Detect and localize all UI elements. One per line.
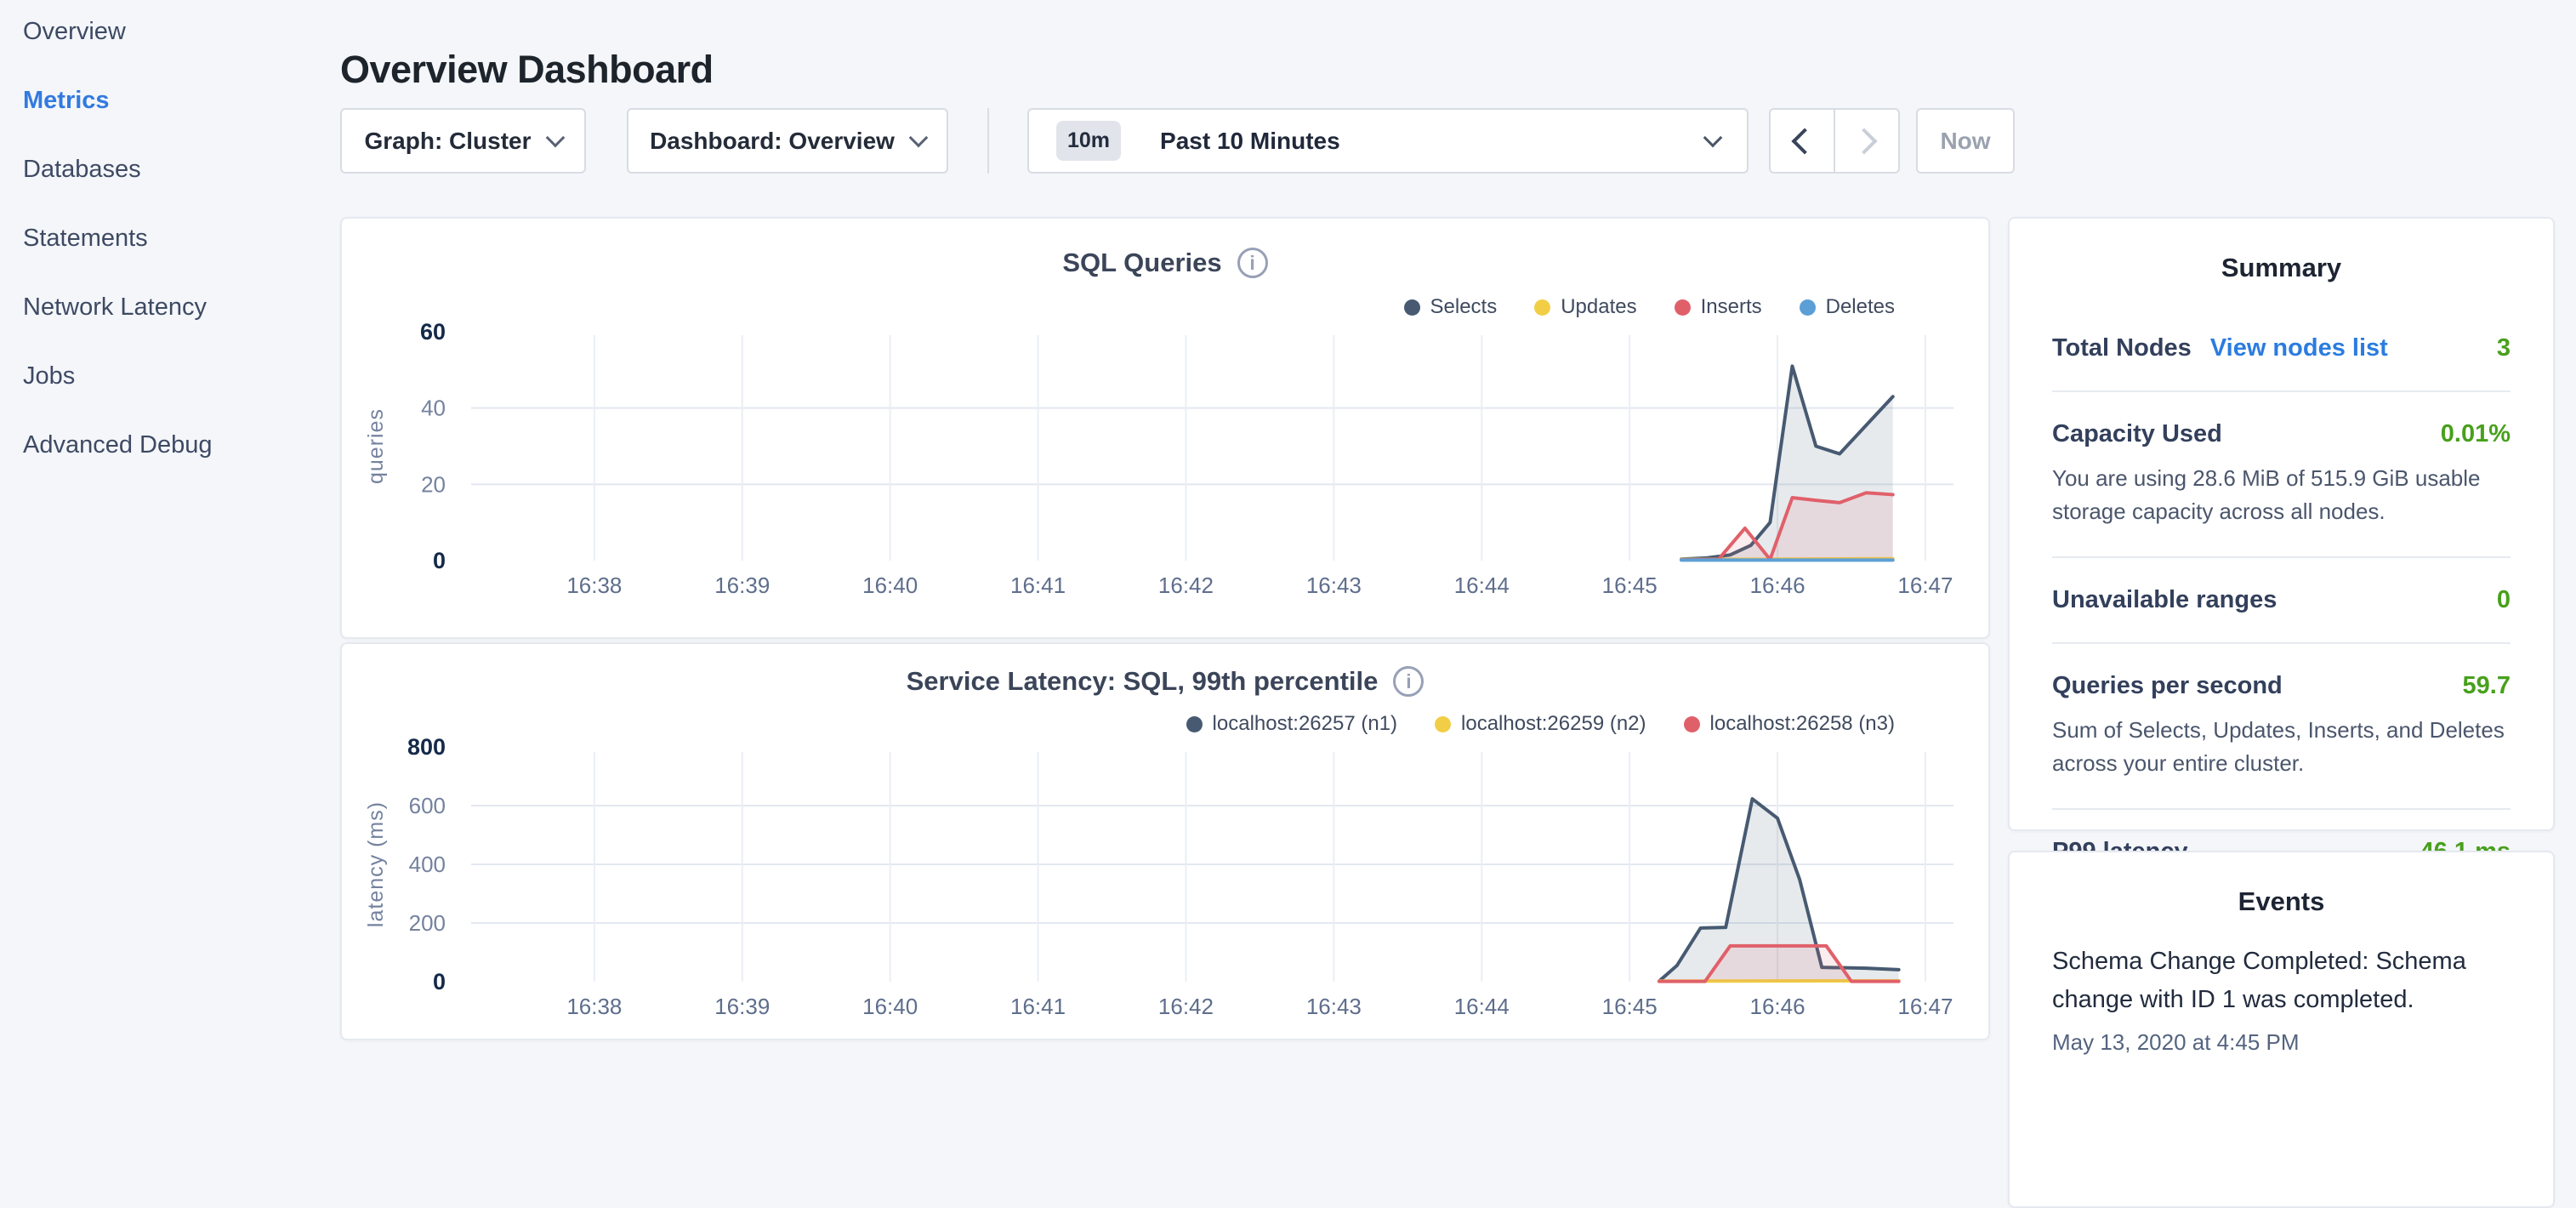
event-timestamp: May 13, 2020 at 4:45 PM — [2052, 1029, 2511, 1056]
x-axis-tick-label: 16:40 — [862, 573, 918, 598]
summary-row-description: Sum of Selects, Updates, Inserts, and De… — [2052, 714, 2511, 780]
now-button-label: Now — [1940, 128, 1990, 155]
time-step-back-button[interactable] — [1771, 110, 1834, 172]
y-axis-tick-label: 800 — [407, 734, 446, 760]
x-axis-tick-label: 16:42 — [1158, 573, 1214, 598]
summary-row-value: 3 — [2497, 334, 2511, 362]
sidebar-item-advanced-debug[interactable]: Advanced Debug — [23, 431, 340, 459]
service-latency-plot[interactable]: 0 200 400 600 800 16:38 16:39 16:40 16:41 16:42 16… — [342, 644, 1992, 1042]
summary-row-queries-per-second: Queries per second 59.7 Sum of Selects, … — [2052, 642, 2511, 808]
summary-row-total-nodes: Total Nodes View nodes list 3 — [2052, 319, 2511, 390]
x-axis-tick-label: 16:45 — [1602, 573, 1658, 598]
summary-title: Summary — [2010, 219, 2553, 283]
x-axis-tick-label: 16:39 — [714, 573, 770, 598]
cockroachdb-console: { "sidebar": { "items": [ {"label": "Ove… — [0, 0, 2576, 1051]
service-latency-chart-card: Service Latency: SQL, 99th percentile i … — [340, 642, 1990, 1040]
now-button[interactable]: Now — [1916, 108, 2015, 174]
controls-bar: Graph: Cluster Dashboard: Overview 10m P… — [340, 108, 2020, 174]
x-axis-tick-label: 16:38 — [566, 573, 622, 598]
summary-row-value: 59.7 — [2463, 672, 2511, 700]
x-axis-tick-label: 16:45 — [1602, 994, 1658, 1019]
y-axis-tick-label: 200 — [409, 910, 446, 936]
event-text: Schema Change Completed: Schema change w… — [2052, 943, 2511, 1019]
chevron-right-icon — [1851, 128, 1877, 154]
y-axis-tick-label: 0 — [433, 969, 446, 994]
summary-row-label: Unavailable ranges — [2052, 586, 2277, 614]
y-axis-tick-label: 20 — [421, 471, 446, 497]
events-panel: Events Schema Change Completed: Schema c… — [2008, 851, 2555, 1208]
event-list-item[interactable]: Schema Change Completed: Schema change w… — [2052, 943, 2511, 1056]
time-step-forward-button[interactable] — [1834, 110, 1898, 172]
graph-scope-dropdown-label: Graph: Cluster — [364, 128, 531, 155]
chevron-left-icon — [1791, 128, 1817, 154]
chevron-down-icon — [545, 128, 565, 147]
summary-row-value: 0 — [2497, 586, 2511, 614]
y-axis-tick-label: 600 — [409, 793, 446, 818]
x-axis-tick-label: 16:46 — [1750, 994, 1805, 1019]
x-axis-tick-label: 16:40 — [862, 994, 918, 1019]
x-axis-tick-label: 16:41 — [1010, 573, 1066, 598]
sql-queries-chart-card: SQL Queries i SelectsUpdatesInsertsDelet… — [340, 217, 1990, 639]
sidebar-item-network-latency[interactable]: Network Latency — [23, 293, 340, 321]
time-range-badge: 10m — [1056, 121, 1121, 161]
x-axis-tick-label: 16:47 — [1897, 994, 1953, 1019]
time-range-label: Past 10 Minutes — [1160, 128, 1340, 155]
sidebar-item-overview[interactable]: Overview — [23, 18, 340, 45]
summary-row-value: 0.01% — [2441, 420, 2511, 448]
summary-rows: Total Nodes View nodes list 3 Capacity U… — [2052, 319, 2511, 894]
y-axis-tick-label: 40 — [421, 396, 446, 421]
y-axis-title: latency (ms) — [364, 801, 388, 927]
time-range-selector[interactable]: 10m Past 10 Minutes — [1027, 108, 1749, 174]
x-axis-tick-label: 16:38 — [566, 994, 622, 1019]
x-axis-tick-label: 16:44 — [1454, 994, 1510, 1019]
summary-row-label: Total Nodes — [2052, 334, 2192, 362]
x-axis-tick-label: 16:47 — [1897, 573, 1953, 598]
page-title: Overview Dashboard — [340, 48, 714, 92]
sidebar: Overview Metrics Databases Statements Ne… — [0, 0, 340, 1051]
sidebar-item-statements[interactable]: Statements — [23, 225, 340, 252]
controls-divider — [987, 108, 989, 174]
summary-row-description: You are using 28.6 MiB of 515.9 GiB usab… — [2052, 462, 2511, 528]
x-axis-tick-label: 16:46 — [1750, 573, 1805, 598]
x-axis-tick-label: 16:43 — [1306, 994, 1362, 1019]
events-title: Events — [2010, 852, 2553, 917]
sidebar-item-jobs[interactable]: Jobs — [23, 362, 340, 390]
y-axis-title: queries — [364, 408, 388, 484]
view-nodes-list-link[interactable]: View nodes list — [2210, 334, 2388, 362]
summary-row-label: Queries per second — [2052, 672, 2283, 700]
main-content: Overview Dashboard Graph: Cluster Dashbo… — [340, 0, 2020, 1051]
x-axis-tick-label: 16:42 — [1158, 994, 1214, 1019]
summary-panel: Summary Total Nodes View nodes list 3 Ca… — [2008, 217, 2555, 831]
x-axis-tick-label: 16:39 — [714, 994, 770, 1019]
x-axis-tick-label: 16:43 — [1306, 573, 1362, 598]
x-axis-tick-label: 16:44 — [1454, 573, 1510, 598]
sql-queries-plot[interactable]: 0 20 40 60 16:38 16:39 16:40 16:41 16:42 16:43 16:… — [342, 219, 1992, 641]
sidebar-item-metrics[interactable]: Metrics — [23, 87, 340, 114]
dashboard-dropdown-label: Dashboard: Overview — [650, 128, 895, 155]
summary-row-label: Capacity Used — [2052, 420, 2222, 448]
summary-row-unavailable-ranges: Unavailable ranges 0 — [2052, 556, 2511, 642]
chevron-down-icon — [909, 128, 929, 147]
sidebar-item-databases[interactable]: Databases — [23, 156, 340, 183]
graph-scope-dropdown[interactable]: Graph: Cluster — [340, 108, 586, 174]
chevron-down-icon — [1703, 128, 1723, 147]
y-axis-tick-label: 60 — [420, 319, 446, 345]
time-step-buttons — [1769, 108, 1900, 174]
summary-row-capacity-used: Capacity Used 0.01% You are using 28.6 M… — [2052, 390, 2511, 556]
x-axis-tick-label: 16:41 — [1010, 994, 1066, 1019]
y-axis-tick-label: 0 — [433, 548, 446, 573]
y-axis-tick-label: 400 — [409, 852, 446, 877]
dashboard-dropdown[interactable]: Dashboard: Overview — [627, 108, 948, 174]
